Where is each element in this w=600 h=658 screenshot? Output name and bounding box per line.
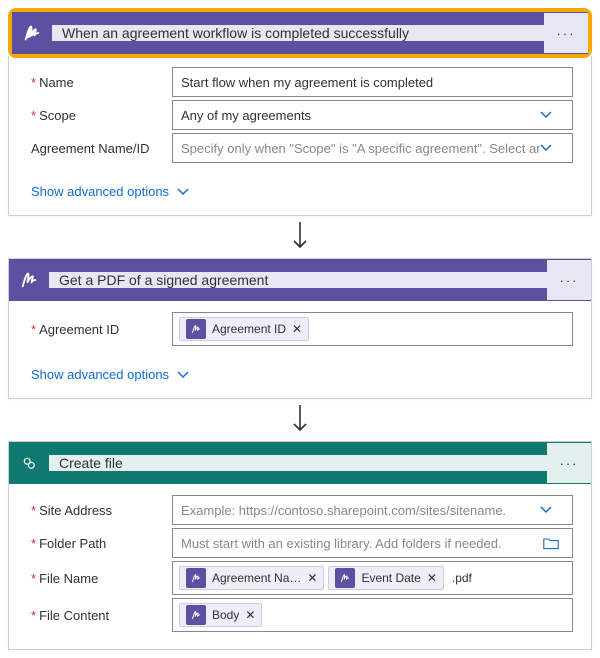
token-agreement-id[interactable]: Agreement ID ✕ xyxy=(179,317,309,341)
token-event-date[interactable]: Event Date ✕ xyxy=(328,566,443,590)
chevron-down-icon[interactable] xyxy=(540,109,564,121)
file-content-token-field[interactable]: Body ✕ xyxy=(172,598,573,632)
folder-path-input[interactable] xyxy=(181,536,543,551)
createfile-header[interactable]: Create file ··· xyxy=(9,442,591,484)
getpdf-title: Get a PDF of a signed agreement xyxy=(49,272,547,288)
agreement-id-label: Agreement ID xyxy=(27,322,172,337)
file-name-token-field[interactable]: Agreement Na… ✕ Event Date ✕ .pdf xyxy=(172,561,573,595)
name-label: Name xyxy=(27,75,172,90)
agreement-id-token-field[interactable]: Agreement ID ✕ xyxy=(172,312,573,346)
chevron-down-icon xyxy=(177,186,189,198)
agreement-id-label: Agreement Name/ID xyxy=(27,141,172,156)
token-remove-icon[interactable]: ✕ xyxy=(307,571,317,585)
token-source-icon xyxy=(335,568,355,588)
site-address-dropdown[interactable] xyxy=(172,495,573,525)
filename-suffix: .pdf xyxy=(452,571,472,585)
site-address-input[interactable] xyxy=(181,503,540,518)
folder-path-label: Folder Path xyxy=(27,536,172,551)
token-label: Agreement Na… xyxy=(212,571,301,585)
arrow-connector xyxy=(8,216,592,258)
chevron-down-icon[interactable] xyxy=(540,142,564,154)
createfile-menu-button[interactable]: ··· xyxy=(547,443,591,483)
trigger-header[interactable]: When an agreement workflow is completed … xyxy=(12,12,588,54)
folder-path-picker[interactable] xyxy=(172,528,573,558)
trigger-title: When an agreement workflow is completed … xyxy=(52,25,544,41)
scope-value[interactable] xyxy=(181,108,540,123)
getpdf-header[interactable]: Get a PDF of a signed agreement ··· xyxy=(9,259,591,301)
trigger-menu-button[interactable]: ··· xyxy=(544,13,588,53)
token-source-icon xyxy=(186,319,206,339)
show-advanced-trigger[interactable]: Show advanced options xyxy=(27,178,573,201)
name-input[interactable] xyxy=(181,75,564,90)
token-label: Event Date xyxy=(361,571,420,585)
token-source-icon xyxy=(186,568,206,588)
adobe-sign-icon xyxy=(12,13,52,53)
token-remove-icon[interactable]: ✕ xyxy=(427,571,437,585)
site-address-label: Site Address xyxy=(27,503,172,518)
token-remove-icon[interactable]: ✕ xyxy=(292,322,302,336)
scope-label: Scope xyxy=(27,108,172,123)
arrow-connector xyxy=(8,399,592,441)
file-name-label: File Name xyxy=(27,571,172,586)
chevron-down-icon xyxy=(177,369,189,381)
token-remove-icon[interactable]: ✕ xyxy=(245,608,255,622)
token-agreement-name[interactable]: Agreement Na… ✕ xyxy=(179,566,324,590)
advanced-label: Show advanced options xyxy=(31,367,169,382)
token-label: Agreement ID xyxy=(212,322,286,336)
adobe-sign-icon xyxy=(9,260,49,300)
sharepoint-icon xyxy=(9,443,49,483)
show-advanced-getpdf[interactable]: Show advanced options xyxy=(27,361,573,384)
token-label: Body xyxy=(212,608,239,622)
file-content-label: File Content xyxy=(27,608,172,623)
agreement-id-dropdown[interactable] xyxy=(172,133,573,163)
getpdf-menu-button[interactable]: ··· xyxy=(547,260,591,300)
folder-picker-icon[interactable] xyxy=(543,536,564,550)
name-input-wrapper[interactable] xyxy=(172,67,573,97)
token-body[interactable]: Body ✕ xyxy=(179,603,262,627)
scope-dropdown[interactable] xyxy=(172,100,573,130)
token-source-icon xyxy=(186,605,206,625)
createfile-title: Create file xyxy=(49,455,547,471)
chevron-down-icon[interactable] xyxy=(540,504,564,516)
agreement-id-input[interactable] xyxy=(181,141,540,156)
advanced-label: Show advanced options xyxy=(31,184,169,199)
